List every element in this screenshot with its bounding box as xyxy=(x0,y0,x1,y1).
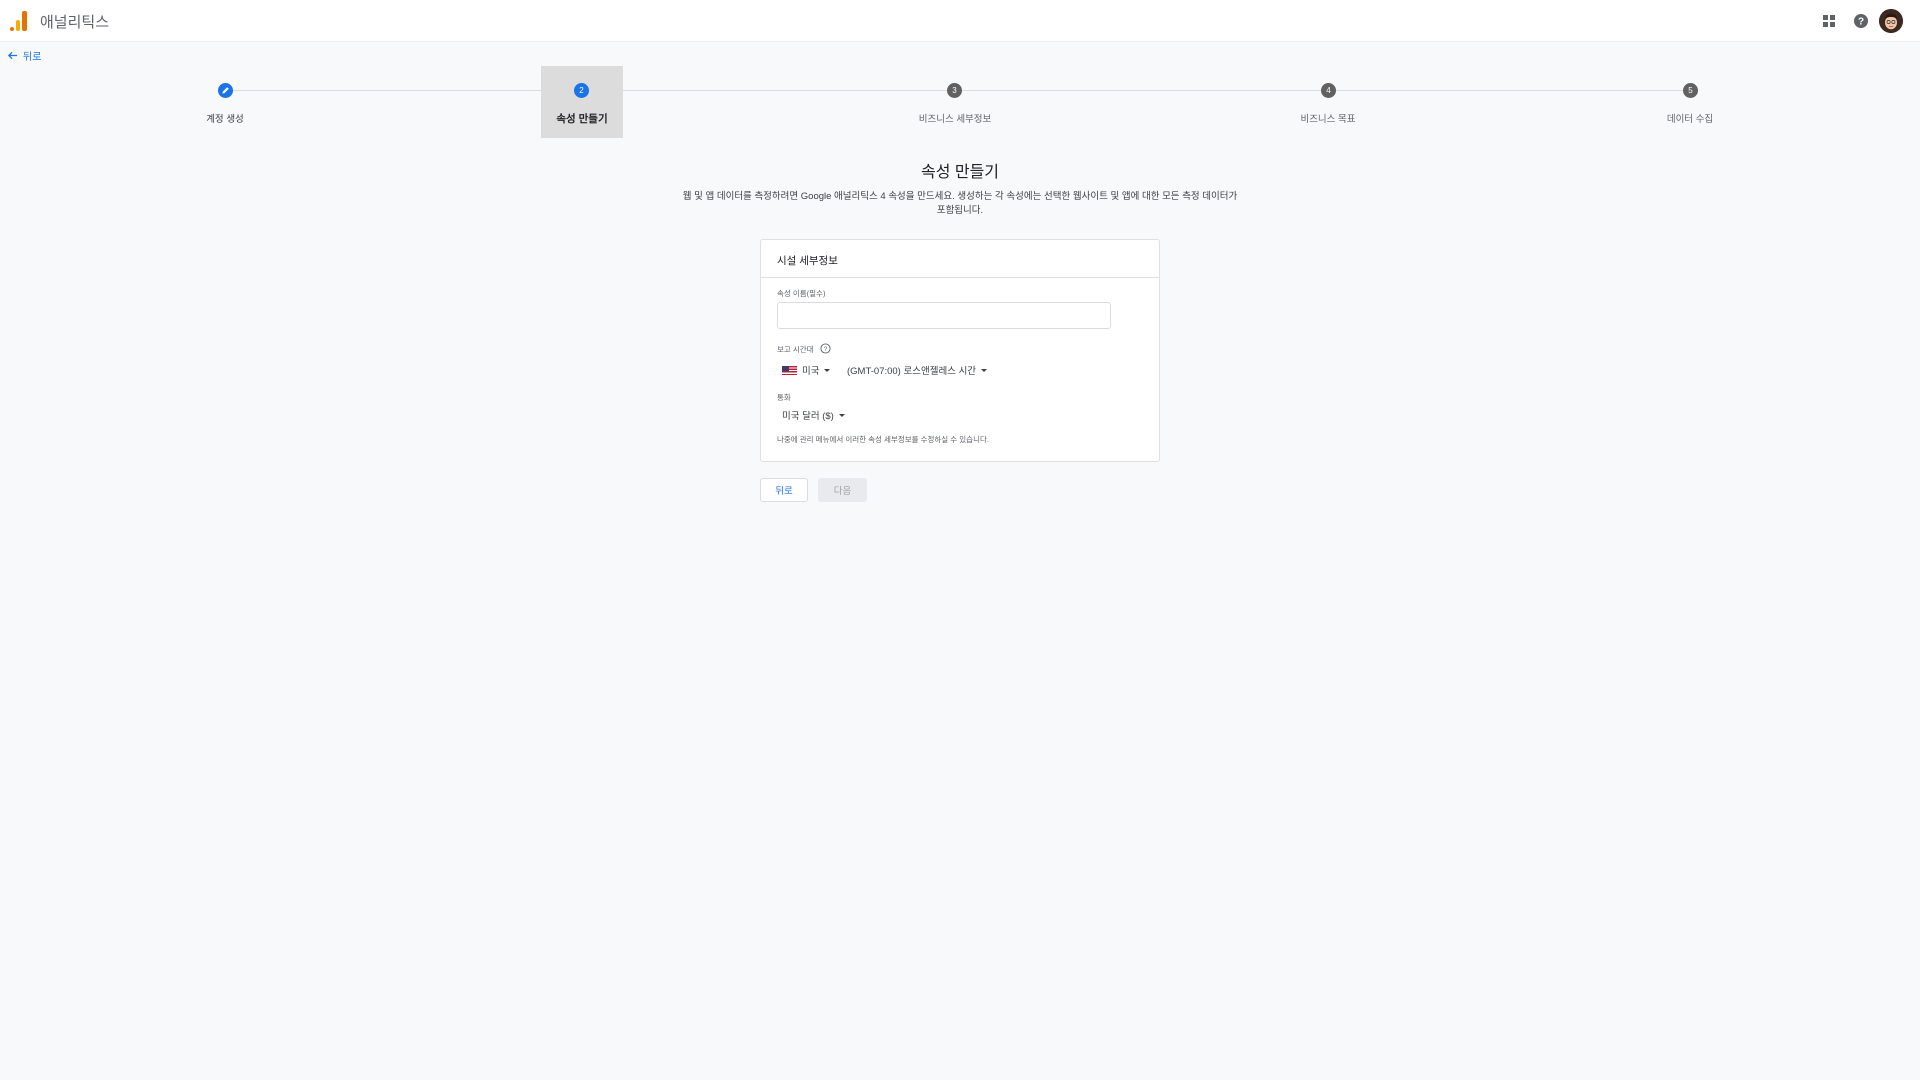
timezone-label: 보고 시간대 xyxy=(777,345,814,354)
country-select-value: 미국 xyxy=(802,366,820,377)
property-name-label: 속성 이름(필수) xyxy=(777,289,826,298)
step-3-circle: 3 xyxy=(947,83,962,98)
account-avatar[interactable] xyxy=(1879,9,1903,33)
step-1-edit-icon[interactable] xyxy=(218,83,233,98)
currency-label: 통화 xyxy=(777,393,791,402)
svg-text:?: ? xyxy=(1858,17,1864,28)
arrow-back-icon xyxy=(7,51,18,59)
us-flag-icon xyxy=(782,365,797,375)
page-description: 웹 및 앱 데이터를 측정하려면 Google 애널리틱스 4 속성을 만드세요… xyxy=(680,190,1240,218)
step-3-label: 비즈니스 세부정보 xyxy=(918,114,992,125)
apps-icon[interactable] xyxy=(1818,10,1840,32)
country-select[interactable]: 미국 xyxy=(782,363,831,377)
step-2-label: 속성 만들기 xyxy=(556,113,608,125)
timezone-select[interactable]: (GMT-07:00) 로스앤젤레스 시간 xyxy=(847,363,988,377)
page-description-line-1: 웹 및 앱 데이터를 측정하려면 Google 애널리틱스 4 속성을 만드세요… xyxy=(682,191,1238,202)
currency-select-value: 미국 달러 ($) xyxy=(782,411,834,422)
active-step-highlight xyxy=(541,66,623,138)
timezone-select-value: (GMT-07:00) 로스앤젤레스 시간 xyxy=(847,366,977,377)
step-4-circle: 4 xyxy=(1321,83,1336,98)
timezone-help-icon[interactable]: ? xyxy=(820,343,831,354)
edit-later-note: 나중에 관리 메뉴에서 이러한 속성 세부정보를 수정하실 수 있습니다. xyxy=(777,435,989,444)
help-icon[interactable]: ? xyxy=(1850,10,1872,32)
step-4-label: 비즈니스 목표 xyxy=(1300,114,1356,125)
top-app-bar: 애널리틱스 ? xyxy=(0,0,1920,42)
svg-text:?: ? xyxy=(824,346,828,353)
back-button[interactable]: 뒤로 xyxy=(760,478,808,502)
chevron-down-icon xyxy=(838,413,845,417)
app-title[interactable]: 애널리틱스 xyxy=(40,11,109,32)
card-header: 시설 세부정보 xyxy=(761,240,1159,278)
back-link[interactable]: 뒤로 xyxy=(7,48,42,63)
step-5-circle: 5 xyxy=(1683,83,1698,98)
page-title: 속성 만들기 xyxy=(920,164,1000,181)
chevron-down-icon xyxy=(824,368,831,372)
chevron-down-icon xyxy=(981,368,988,372)
currency-select[interactable]: 미국 달러 ($) xyxy=(782,408,845,422)
back-link-label: 뒤로 xyxy=(23,51,42,63)
step-1-label[interactable]: 계정 생성 xyxy=(206,111,244,125)
property-details-card: 시설 세부정보 속성 이름(필수) 보고 시간대 ? 미국 (GMT-07:00… xyxy=(760,239,1160,462)
step-5-label: 데이터 수집 xyxy=(1666,114,1714,125)
next-button[interactable]: 다음 xyxy=(818,478,867,502)
property-name-input[interactable] xyxy=(777,302,1111,329)
page-description-line-2: 포함됩니다. xyxy=(936,205,984,216)
step-2-circle: 2 xyxy=(574,83,589,98)
analytics-logo-icon[interactable] xyxy=(10,11,28,31)
